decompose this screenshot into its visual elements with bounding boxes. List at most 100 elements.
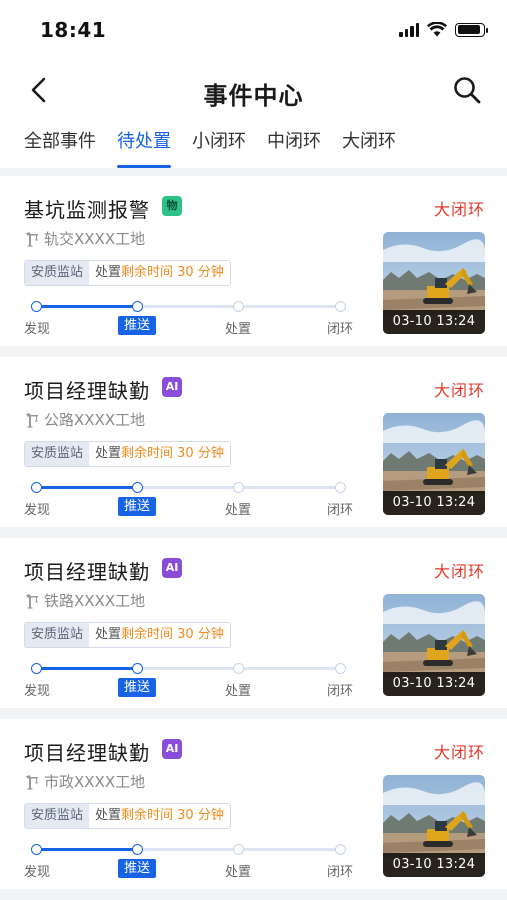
tab-small-loop[interactable]: 小闭环 <box>192 122 246 168</box>
progress-step-label: 闭环 <box>327 503 354 518</box>
progress-step-dot <box>334 844 346 855</box>
progress-step-dot <box>30 844 42 855</box>
progress-step-label: 处置 <box>225 865 252 880</box>
progress-step-label: 发现 <box>24 865 51 880</box>
site-info: 公路XXXX工地 <box>24 409 145 430</box>
progress-step-dot <box>334 482 346 493</box>
event-timestamp: 03-10 13:24 <box>383 672 485 696</box>
site-name: 公路XXXX工地 <box>44 411 146 429</box>
tower-crane-icon <box>25 774 38 790</box>
progress-step-dot <box>131 482 143 493</box>
event-timestamp: 03-10 13:24 <box>383 491 485 515</box>
progress-steps: 发现 推送 处置 闭环 <box>24 296 354 337</box>
progress-step-label: 发现 <box>24 503 51 518</box>
tab-medium-loop[interactable]: 中闭环 <box>267 122 321 168</box>
event-title: 项目经理缺勤 <box>24 741 150 765</box>
tower-crane-icon <box>25 231 38 247</box>
status-badge: 安质监站 处置剩余时间 30 分钟 <box>24 803 231 829</box>
site-info: 轨交XXXX工地 <box>24 228 145 249</box>
progress-step-dot <box>334 663 346 674</box>
progress-step-label: 闭环 <box>327 684 354 699</box>
event-card[interactable]: 项目经理缺勤 AI 大闭环 公路XXXX工地 安质监站 处置剩余时间 30 分钟… <box>0 357 507 527</box>
status-badge: 安质监站 处置剩余时间 30 分钟 <box>24 260 231 286</box>
status-badge: 安质监站 处置剩余时间 30 分钟 <box>24 622 231 648</box>
tower-crane-icon <box>25 412 38 428</box>
event-tag: AI <box>162 558 182 578</box>
progress-step-label: 处置 <box>225 684 252 699</box>
tab-all-events[interactable]: 全部事件 <box>24 122 96 168</box>
progress-step-label: 推送 <box>118 316 157 335</box>
progress-step-dot <box>30 663 42 674</box>
event-list: 基坑监测报警 物 大闭环 轨交XXXX工地 安质监站 处置剩余时间 30 分钟 … <box>0 168 507 900</box>
remaining-time: 处置剩余时间 30 分钟 <box>89 804 230 828</box>
event-timestamp: 03-10 13:24 <box>383 853 485 877</box>
event-card[interactable]: 基坑监测报警 物 大闭环 轨交XXXX工地 安质监站 处置剩余时间 30 分钟 … <box>0 176 507 346</box>
progress-step-dot <box>131 301 143 312</box>
event-title: 项目经理缺勤 <box>24 379 150 403</box>
event-tag: AI <box>162 377 182 397</box>
progress-step-label: 发现 <box>24 322 51 337</box>
site-name: 市政XXXX工地 <box>44 773 146 791</box>
station-label: 安质监站 <box>25 804 90 828</box>
status-bar: 18:41 <box>0 0 507 62</box>
status-badge: 安质监站 处置剩余时间 30 分钟 <box>24 441 231 467</box>
progress-steps: 发现 推送 处置 闭环 <box>24 658 354 699</box>
progress-step-dot <box>30 482 42 493</box>
progress-step-dot <box>131 663 143 674</box>
progress-step-dot <box>334 301 346 312</box>
event-thumbnail[interactable]: 03-10 13:24 <box>383 413 485 515</box>
battery-fill <box>457 25 480 34</box>
progress-step-label: 发现 <box>24 684 51 699</box>
station-label: 安质监站 <box>25 261 90 285</box>
event-title: 基坑监测报警 <box>24 198 150 222</box>
progress-step-label: 推送 <box>118 678 157 697</box>
progress-step-dot <box>131 844 143 855</box>
station-label: 安质监站 <box>25 623 90 647</box>
station-label: 安质监站 <box>25 442 90 466</box>
event-card[interactable]: 项目经理缺勤 AI 大闭环 铁路XXXX工地 安质监站 处置剩余时间 30 分钟… <box>0 538 507 708</box>
loop-type-label: 大闭环 <box>433 200 485 219</box>
tab-large-loop[interactable]: 大闭环 <box>342 122 396 168</box>
event-thumbnail[interactable]: 03-10 13:24 <box>383 232 485 334</box>
progress-step-label: 闭环 <box>327 865 354 880</box>
page-title: 事件中心 <box>203 82 304 110</box>
event-tag: 物 <box>162 196 182 216</box>
site-info: 市政XXXX工地 <box>24 771 145 792</box>
remaining-time: 处置剩余时间 30 分钟 <box>89 623 230 647</box>
loop-type-label: 大闭环 <box>433 562 485 581</box>
battery-icon <box>455 22 488 37</box>
event-card[interactable]: 项目经理缺勤 AI 大闭环 市政XXXX工地 安质监站 处置剩余时间 30 分钟… <box>0 719 507 889</box>
progress-fill <box>36 667 137 670</box>
tab-pending[interactable]: 待处置 <box>117 122 171 168</box>
remaining-time: 处置剩余时间 30 分钟 <box>89 261 230 285</box>
progress-step-dot <box>232 482 244 493</box>
search-icon[interactable] <box>451 74 483 106</box>
site-name: 轨交XXXX工地 <box>44 230 146 248</box>
progress-step-label: 处置 <box>225 503 252 518</box>
progress-steps: 发现 推送 处置 闭环 <box>24 839 354 880</box>
remaining-time: 处置剩余时间 30 分钟 <box>89 442 230 466</box>
event-title: 项目经理缺勤 <box>24 560 150 584</box>
loop-type-label: 大闭环 <box>433 743 485 762</box>
progress-step-dot <box>30 301 42 312</box>
status-icons <box>399 22 488 37</box>
event-thumbnail[interactable]: 03-10 13:24 <box>383 594 485 696</box>
nav-bar: 事件中心 <box>0 62 507 122</box>
progress-step-label: 推送 <box>118 497 157 516</box>
site-name: 铁路XXXX工地 <box>44 592 146 610</box>
cellular-signal-icon <box>399 22 419 37</box>
progress-step-dot <box>232 844 244 855</box>
event-thumbnail[interactable]: 03-10 13:24 <box>383 775 485 877</box>
progress-step-dot <box>232 301 244 312</box>
progress-fill <box>36 848 137 851</box>
loop-type-label: 大闭环 <box>433 381 485 400</box>
tab-bar: 全部事件 待处置 小闭环 中闭环 大闭环 <box>0 122 507 168</box>
wifi-icon <box>427 22 447 37</box>
progress-fill <box>36 305 137 308</box>
event-timestamp: 03-10 13:24 <box>383 310 485 334</box>
progress-step-label: 处置 <box>225 322 252 337</box>
status-time: 18:41 <box>40 18 107 42</box>
progress-steps: 发现 推送 处置 闭环 <box>24 477 354 518</box>
site-info: 铁路XXXX工地 <box>24 590 145 611</box>
progress-step-label: 推送 <box>118 859 157 878</box>
